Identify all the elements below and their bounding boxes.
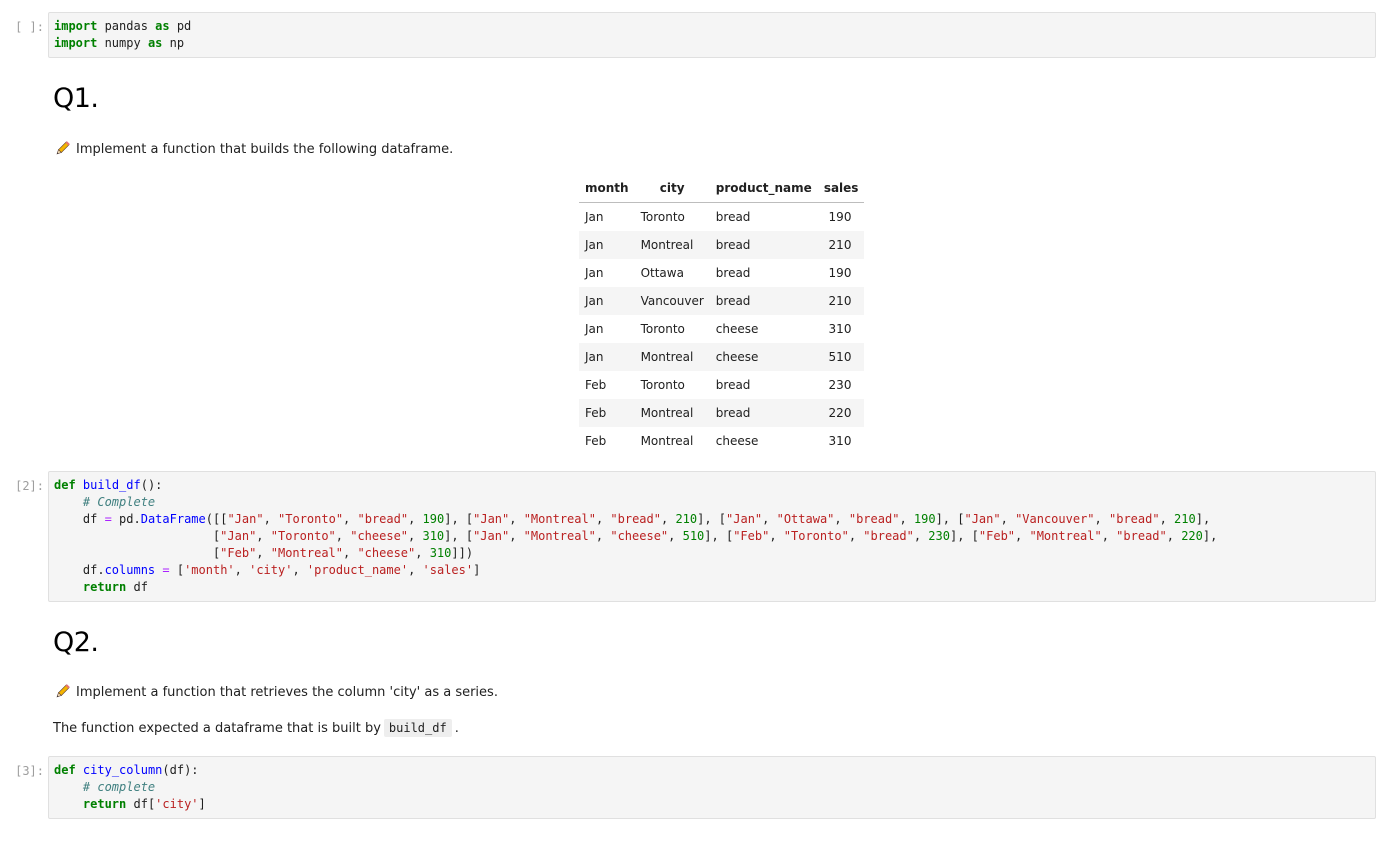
- code-editor[interactable]: def city_column(df): # complete return d…: [48, 756, 1376, 819]
- table-cell: bread: [709, 399, 818, 427]
- table-row: Jan Toronto cheese 310: [579, 315, 864, 343]
- code-editor[interactable]: import pandas as pd import numpy as np: [48, 12, 1376, 58]
- q2-expect-prefix: The function expected a dataframe that i…: [53, 720, 381, 736]
- cell-prompt: [3]:: [15, 764, 44, 778]
- code-text[interactable]: import pandas as pd import numpy as np: [54, 18, 191, 52]
- table-cell: Feb: [579, 399, 635, 427]
- cell-prompt: [2]:: [15, 479, 44, 493]
- table-row: Jan Ottawa bread 190: [579, 259, 864, 287]
- table-cell: Toronto: [640, 210, 685, 224]
- table-cell: cheese: [715, 322, 759, 336]
- column-header-sales: sales: [817, 174, 865, 203]
- table-cell: Montreal: [634, 399, 710, 427]
- code-editor[interactable]: def build_df(): # Complete df = pd.DataF…: [48, 471, 1376, 602]
- table-cell: Feb: [585, 378, 607, 392]
- table-cell: Montreal: [634, 231, 710, 259]
- table-header-row: month city product_name sales: [579, 174, 865, 203]
- table-row: Feb Montreal cheese 310: [579, 427, 864, 455]
- code-cell-build-df[interactable]: [2]: def build_df(): # Complete df = pd.…: [0, 471, 1389, 602]
- cell-prompt: [ ]:: [15, 20, 44, 34]
- table-cell: Jan: [585, 322, 604, 336]
- table-cell: bread: [709, 287, 818, 315]
- code-text[interactable]: def build_df(): # Complete df = pd.DataF…: [54, 477, 1217, 596]
- table-row: Feb Montreal bread 220: [579, 399, 865, 427]
- markdown-cell-q1: Q1.: [53, 83, 99, 114]
- table-cell: Jan: [579, 231, 635, 259]
- column-header-product-name: product_name: [709, 174, 818, 203]
- table-cell: 230: [828, 378, 852, 392]
- column-header-month: month: [579, 174, 635, 203]
- dataframe-table: month city product_name sales Jan Toronto bre…: [579, 174, 865, 455]
- inline-code-build-df: build_df: [383, 719, 452, 737]
- table-cell: Feb: [585, 434, 607, 448]
- q2-expect-suffix: .: [454, 720, 459, 736]
- table-cell: Montreal: [634, 343, 710, 371]
- q1-heading: Q1.: [53, 83, 99, 114]
- pencil-icon: [53, 683, 71, 701]
- table-row: Jan Vancouver bread 210: [579, 287, 865, 315]
- code-text[interactable]: def city_column(df): # complete return d…: [54, 762, 206, 813]
- table-cell: Jan: [579, 287, 635, 315]
- table-cell: 510: [817, 343, 865, 371]
- table-cell: Ottawa: [640, 266, 684, 280]
- table-cell: bread: [709, 231, 818, 259]
- table-cell: 310: [828, 322, 852, 336]
- pencil-icon: [53, 140, 71, 158]
- table-cell: bread: [715, 266, 751, 280]
- q2-instruction-text: Implement a function that retrieves the …: [76, 684, 498, 700]
- table-cell: 210: [817, 287, 865, 315]
- table-cell: 310: [828, 434, 852, 448]
- code-cell-city-column[interactable]: [3]: def city_column(df): # complete ret…: [0, 756, 1389, 819]
- table-cell: Jan: [579, 343, 635, 371]
- table-cell: 210: [817, 231, 865, 259]
- code-cell-imports[interactable]: [ ]: import pandas as pd import numpy as…: [0, 12, 1389, 58]
- q2-instruction: Implement a function that retrieves the …: [53, 683, 498, 701]
- table-cell: Toronto: [640, 378, 685, 392]
- table-row: Jan Montreal bread 210: [579, 231, 865, 259]
- table-cell: Jan: [585, 210, 604, 224]
- table-cell: Vancouver: [634, 287, 710, 315]
- markdown-cell-q2: Q2.: [53, 627, 99, 658]
- q1-instruction: Implement a function that builds the fol…: [53, 140, 453, 158]
- table-cell: bread: [715, 210, 751, 224]
- column-header-city: city: [634, 174, 710, 203]
- table-cell: cheese: [715, 434, 759, 448]
- q1-instruction-text: Implement a function that builds the fol…: [76, 141, 454, 157]
- q2-heading: Q2.: [53, 627, 99, 658]
- table-row: Jan Toronto bread 190: [579, 203, 864, 232]
- table-row: Jan Montreal cheese 510: [579, 343, 865, 371]
- q2-expectation: The function expected a dataframe that i…: [53, 719, 459, 737]
- table-cell: Toronto: [640, 322, 685, 336]
- table-cell: Jan: [585, 266, 604, 280]
- table-cell: Montreal: [640, 434, 694, 448]
- table-cell: 190: [828, 210, 852, 224]
- table-cell: 190: [828, 266, 852, 280]
- table-row: Feb Toronto bread 230: [579, 371, 864, 399]
- table-cell: cheese: [709, 343, 818, 371]
- table-cell: 220: [817, 399, 865, 427]
- table-cell: bread: [715, 378, 751, 392]
